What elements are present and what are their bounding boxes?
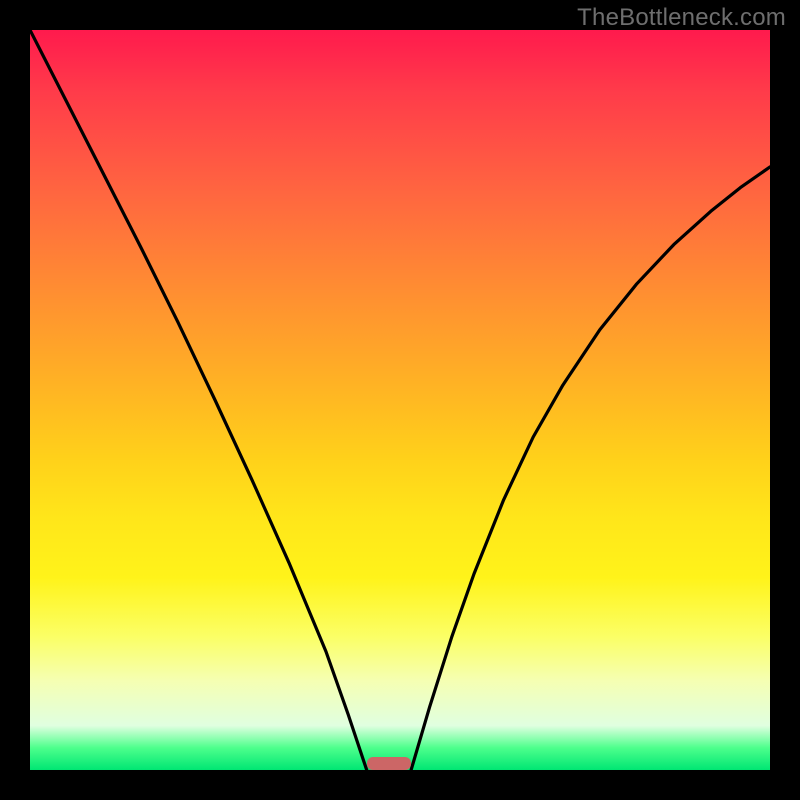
curve-path: [30, 30, 770, 770]
chart-frame: TheBottleneck.com: [0, 0, 800, 800]
plot-area: [30, 30, 770, 770]
watermark-text: TheBottleneck.com: [577, 4, 786, 32]
bottleneck-marker: [367, 757, 411, 770]
bottleneck-curve: [30, 30, 770, 770]
